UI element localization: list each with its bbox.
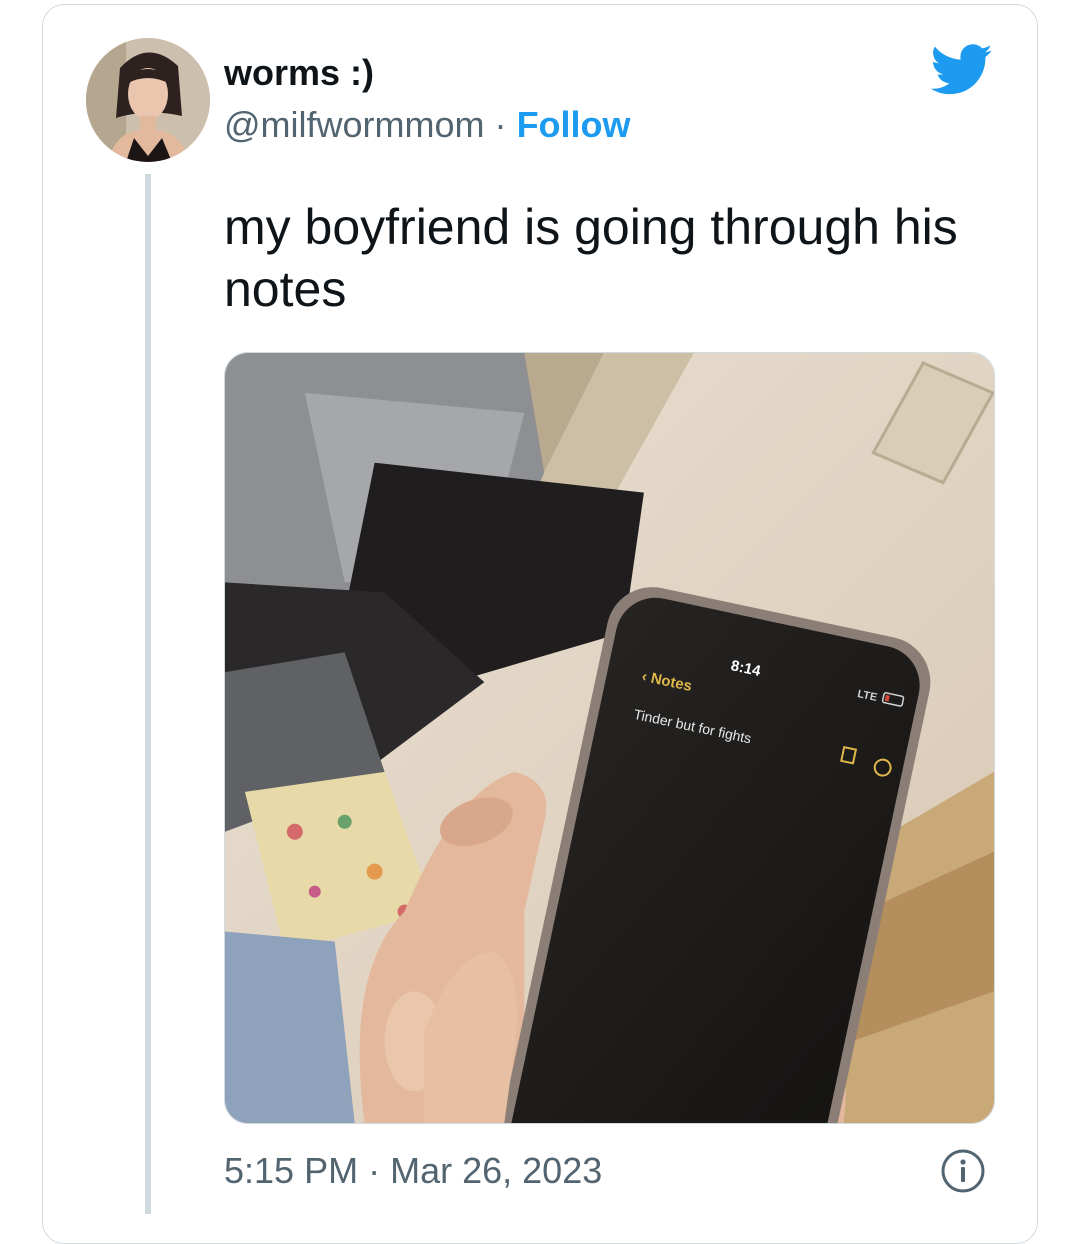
tweet-photo[interactable]: 8:14 ‹ Notes Tinder but for fights LTE xyxy=(224,352,995,1124)
follow-button[interactable]: Follow xyxy=(517,104,631,145)
tweet-timestamp[interactable]: 5:15 PM · Mar 26, 2023 xyxy=(224,1150,602,1192)
timestamp-separator: · xyxy=(368,1150,381,1191)
separator-dot: · xyxy=(494,104,507,145)
avatar[interactable] xyxy=(86,38,210,162)
twitter-bird-icon[interactable] xyxy=(930,44,994,96)
handle-row: @milfwormmom · Follow xyxy=(224,104,631,146)
tweet-time: 5:15 PM xyxy=(224,1150,359,1191)
tweet-date: Mar 26, 2023 xyxy=(390,1150,603,1191)
thread-line xyxy=(145,174,151,1214)
info-icon[interactable] xyxy=(940,1148,986,1194)
tweet-text: my boyfriend is going through his notes xyxy=(224,199,958,317)
user-handle[interactable]: @milfwormmom xyxy=(224,104,485,145)
display-name[interactable]: worms :) xyxy=(224,52,374,94)
